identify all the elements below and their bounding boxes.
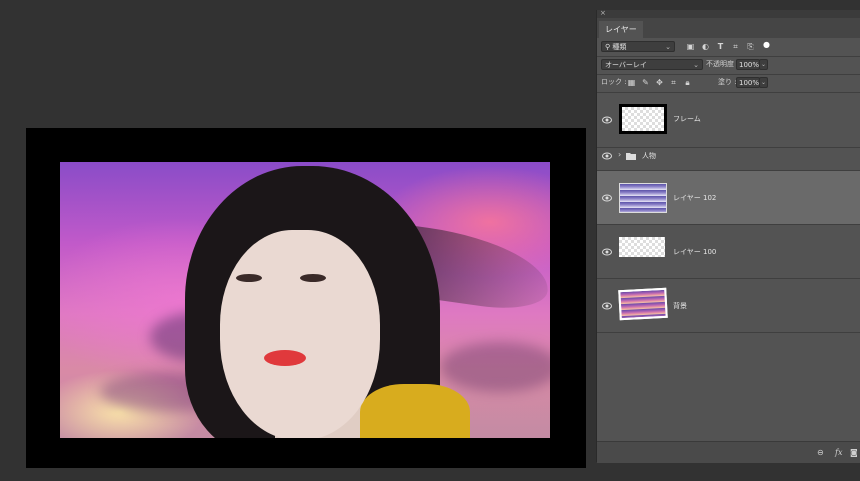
layer-thumbnail (619, 237, 665, 257)
folder-icon (626, 153, 636, 160)
filter-toggle-dot[interactable]: ● (762, 40, 771, 49)
lock-all-icon[interactable]: 🔒︎ (683, 78, 692, 87)
adjustment-filter-icon[interactable]: ◐ (701, 42, 710, 51)
layer-row-background[interactable]: 背景 (597, 279, 860, 332)
visibility-eye-icon[interactable] (602, 116, 612, 124)
lock-position-icon[interactable]: ✥ (655, 78, 664, 87)
visibility-eye-icon[interactable] (602, 194, 612, 202)
opacity-label: 不透明度 : (706, 60, 739, 68)
panel-title-bar[interactable]: × (597, 9, 860, 18)
layer-thumbnail (618, 287, 668, 321)
chevron-down-icon: ⌄ (693, 61, 699, 69)
layer-name: 人物 (642, 152, 656, 160)
shape-filter-icon[interactable]: ⌗ (731, 42, 740, 51)
lock-pixels-icon[interactable]: ✎ (641, 78, 650, 87)
blend-mode-select[interactable]: オーバーレイ ⌄ (601, 59, 703, 70)
chevron-right-icon[interactable]: › (618, 150, 621, 159)
lock-label: ロック : (601, 78, 627, 86)
layer-thumbnail (619, 183, 667, 213)
search-icon: ⚲ (605, 43, 611, 51)
panel-tab-bar: レイヤー (597, 18, 860, 38)
opacity-dropdown[interactable]: ⌄ (759, 59, 768, 70)
type-filter-icon[interactable]: T (716, 42, 725, 51)
layer-filter-value: 種類 (612, 43, 627, 51)
blend-mode-value: オーバーレイ (605, 61, 647, 69)
canvas-photo[interactable] (60, 162, 550, 438)
layer-name: レイヤー 100 (673, 248, 717, 256)
visibility-eye-icon[interactable] (602, 152, 612, 160)
chevron-down-icon: ⌄ (665, 43, 671, 51)
smartobject-filter-icon[interactable]: ⎘ (746, 42, 755, 51)
fill-dropdown[interactable]: ⌄ (759, 77, 768, 88)
layer-row-group[interactable]: › 人物 (597, 148, 860, 164)
mask-icon[interactable]: ◙ (850, 448, 858, 457)
opacity-input[interactable]: 100% (736, 59, 760, 70)
layer-row[interactable]: レイヤー 100 (597, 225, 860, 278)
layer-name: レイヤー 102 (673, 194, 717, 202)
tab-layers[interactable]: レイヤー (599, 21, 643, 38)
lock-transparent-icon[interactable]: ▦ (627, 78, 636, 87)
image-filter-icon[interactable]: ▣ (686, 42, 695, 51)
visibility-eye-icon[interactable] (602, 302, 612, 310)
fill-label: 塗り : (718, 78, 737, 86)
layers-panel: × レイヤー ⚲ 種類 ⌄ ▣ ◐ T ⌗ ⎘ ● オーバーレイ ⌄ 不透明度 … (596, 9, 860, 463)
layer-name: 背景 (673, 302, 687, 310)
layer-row-frame[interactable]: フレーム (597, 93, 860, 147)
layer-filter-select[interactable]: ⚲ 種類 ⌄ (601, 41, 675, 52)
fill-input[interactable]: 100% (736, 77, 760, 88)
layer-row-selected[interactable]: レイヤー 102 (597, 171, 860, 224)
fx-icon[interactable]: fx (835, 448, 842, 457)
layer-name: フレーム (673, 115, 701, 123)
visibility-eye-icon[interactable] (602, 248, 612, 256)
close-icon[interactable]: × (600, 9, 606, 17)
lock-artboard-icon[interactable]: ⌗ (669, 78, 678, 87)
layer-thumbnail (619, 104, 667, 134)
link-icon[interactable]: ⊖ (817, 448, 824, 457)
layers-panel-footer: ⊖ fx ◙ (597, 441, 860, 463)
